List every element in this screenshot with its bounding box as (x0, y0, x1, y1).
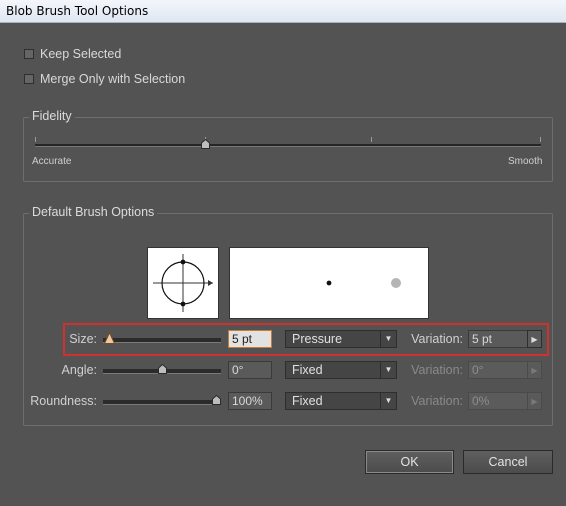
size-variation-label: Variation: (411, 332, 463, 346)
size-label: Size: (69, 332, 97, 346)
keep-selected-label: Keep Selected (40, 47, 122, 61)
cancel-button[interactable]: Cancel (463, 450, 553, 474)
chevron-down-icon: ▼ (380, 362, 396, 378)
fidelity-tick (540, 137, 541, 142)
angle-variation-spinner[interactable]: ▶ (527, 361, 542, 379)
fidelity-title: Fidelity (29, 109, 75, 123)
angle-mode-select[interactable]: Fixed ▼ (285, 361, 397, 379)
roundness-variation-input[interactable]: 0% (468, 392, 528, 410)
ok-button[interactable]: OK (365, 450, 454, 474)
angle-input[interactable]: 0° (228, 361, 272, 379)
chevron-right-icon: ▶ (531, 334, 538, 344)
keep-selected-checkbox[interactable] (24, 49, 34, 59)
chevron-right-icon: ▶ (531, 365, 538, 375)
fidelity-group (23, 117, 553, 182)
angle-variation-input[interactable]: 0° (468, 361, 528, 379)
roundness-mode-value: Fixed (292, 394, 323, 408)
size-input[interactable]: 5 pt (228, 330, 272, 348)
roundness-variation-spinner[interactable]: ▶ (527, 392, 542, 410)
angle-variation-label: Variation: (411, 363, 463, 377)
merge-only-row[interactable]: Merge Only with Selection (24, 71, 185, 87)
size-variation-input[interactable]: 5 pt (468, 330, 528, 348)
title-bar[interactable]: Blob Brush Tool Options (0, 0, 566, 23)
brush-size-preview (229, 247, 429, 319)
size-mode-select[interactable]: Pressure ▼ (285, 330, 397, 348)
size-slider-thumb[interactable] (104, 332, 115, 344)
size-mode-value: Pressure (292, 332, 343, 346)
fidelity-tick (371, 137, 372, 142)
chevron-down-icon: ▼ (380, 331, 396, 347)
dialog-title: Blob Brush Tool Options (6, 4, 149, 18)
brush-shape-icon (153, 254, 213, 312)
fidelity-slider-thumb[interactable] (201, 139, 210, 149)
brush-size-dots-icon (326, 278, 401, 288)
angle-mode-value: Fixed (292, 363, 323, 377)
fidelity-min-label: Accurate (32, 156, 72, 167)
roundness-label: Roundness: (30, 394, 97, 408)
merge-only-label: Merge Only with Selection (40, 72, 186, 86)
angle-slider-thumb[interactable] (158, 364, 167, 374)
size-slider-track[interactable] (103, 338, 221, 343)
size-variation-spinner[interactable]: ▶ (527, 330, 542, 348)
fidelity-max-label: Smooth (508, 156, 543, 167)
chevron-down-icon: ▼ (380, 393, 396, 409)
roundness-slider-track[interactable] (103, 400, 221, 405)
angle-label: Angle: (61, 363, 97, 377)
keep-selected-row[interactable]: Keep Selected (24, 46, 121, 62)
roundness-input[interactable]: 100% (228, 392, 272, 410)
brush-shape-preview (147, 247, 219, 319)
roundness-slider-thumb[interactable] (212, 395, 221, 405)
fidelity-tick (35, 137, 36, 142)
fidelity-slider-track[interactable] (35, 144, 541, 147)
chevron-right-icon: ▶ (531, 396, 538, 406)
brush-options-title: Default Brush Options (29, 205, 158, 219)
blob-brush-options-dialog: Blob Brush Tool Options Keep Selected Me… (0, 0, 566, 506)
roundness-mode-select[interactable]: Fixed ▼ (285, 392, 397, 410)
merge-only-checkbox[interactable] (24, 74, 34, 84)
roundness-variation-label: Variation: (411, 394, 463, 408)
